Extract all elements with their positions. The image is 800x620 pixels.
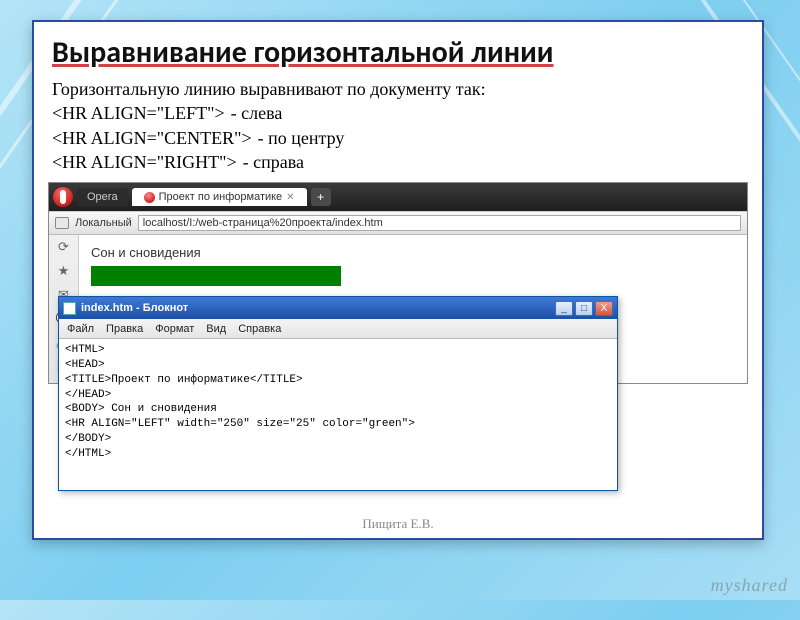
menu-file[interactable]: Файл (67, 323, 94, 335)
watermark: myshared (711, 575, 788, 596)
notepad-titlebar[interactable]: index.htm - Блокнот _ □ X (59, 297, 617, 319)
close-button[interactable]: X (595, 301, 613, 316)
page-heading: Сон и сновидения (91, 245, 735, 260)
refresh-icon[interactable]: ⟳ (56, 239, 72, 255)
new-tab-button[interactable]: + (311, 188, 331, 206)
url-field[interactable]: localhost/I:/web-страница%20проекта/inde… (138, 215, 741, 231)
local-icon (55, 217, 69, 229)
align-right-line: <HR ALIGN="RIGHT"> - справа (52, 150, 744, 174)
green-hr (91, 266, 341, 286)
intro-text: Горизонтальную линию выравнивают по доку… (52, 77, 744, 101)
align-left-line: <HR ALIGN="LEFT"> - слева (52, 101, 744, 125)
desc-left: - слева (231, 101, 283, 125)
desc-right: - справа (243, 150, 304, 174)
notepad-title: index.htm - Блокнот (81, 302, 188, 314)
maximize-button[interactable]: □ (575, 301, 593, 316)
slide-body: Горизонтальную линию выравнивают по доку… (34, 77, 762, 174)
address-bar: Локальный localhost/I:/web-страница%20пр… (49, 211, 747, 235)
tab-active[interactable]: Проект по информатике ✕ (132, 188, 307, 206)
menu-format[interactable]: Формат (155, 323, 194, 335)
tab-opera[interactable]: Opera (77, 188, 128, 206)
align-center-line: <HR ALIGN="CENTER"> - по центру (52, 126, 744, 150)
tab-active-label: Проект по информатике (159, 191, 283, 203)
desc-center: - по центру (258, 126, 345, 150)
notepad-content[interactable]: <HTML> <HEAD> <TITLE>Проект по информати… (59, 339, 617, 466)
code-right: <HR ALIGN="RIGHT"> (52, 150, 237, 174)
minimize-button[interactable]: _ (555, 301, 573, 316)
tab-bar: Opera Проект по информатике ✕ + (49, 183, 747, 211)
tab-close-icon[interactable]: ✕ (286, 192, 294, 203)
slide-title: Выравнивание горизонтальной линии (34, 22, 762, 77)
addr-label: Локальный (75, 217, 132, 229)
tab-doc-icon (144, 192, 155, 203)
star-icon[interactable]: ★ (56, 263, 72, 279)
menu-help[interactable]: Справка (238, 323, 281, 335)
menu-view[interactable]: Вид (206, 323, 226, 335)
notepad-menu: Файл Правка Формат Вид Справка (59, 319, 617, 339)
code-center: <HR ALIGN="CENTER"> (52, 126, 252, 150)
code-left: <HR ALIGN="LEFT"> (52, 101, 225, 125)
opera-icon[interactable] (53, 187, 73, 207)
menu-edit[interactable]: Правка (106, 323, 143, 335)
notepad-doc-icon (63, 302, 76, 315)
footer-author: Пищита Е.В. (34, 516, 762, 532)
notepad-window: index.htm - Блокнот _ □ X Файл Правка Фо… (58, 296, 618, 491)
